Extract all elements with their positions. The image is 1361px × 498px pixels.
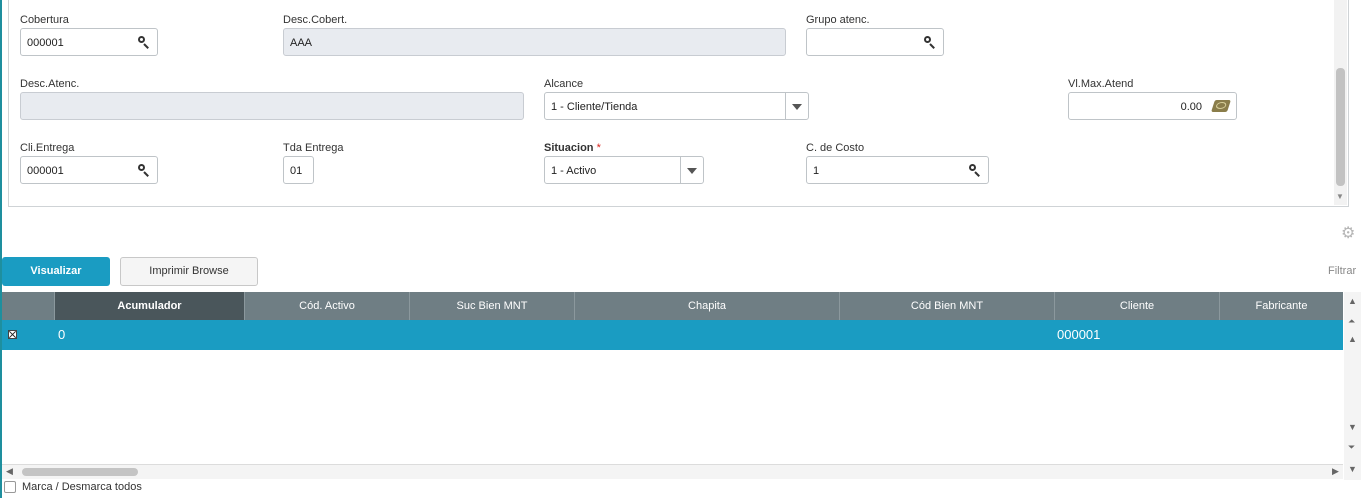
cli-entrega-field[interactable]: 000001 — [20, 156, 158, 184]
filtrar-link[interactable]: Filtrar — [1328, 265, 1356, 277]
column-header-suc-bien-mnt[interactable]: Suc Bien MNT — [409, 292, 574, 320]
browse-grid: Acumulador Cód. Activo Suc Bien MNT Chap… — [2, 292, 1343, 464]
imprimir-browse-button[interactable]: Imprimir Browse — [120, 257, 258, 286]
column-header-cod-bien-mnt[interactable]: Cód Bien MNT — [839, 292, 1054, 320]
chevron-down-icon[interactable] — [680, 157, 703, 183]
situacion-label: Situacion * — [544, 142, 601, 154]
alcance-select[interactable]: 1 - Cliente/Tienda — [544, 92, 809, 120]
chevron-down-icon[interactable] — [785, 93, 808, 119]
form-vertical-scrollbar[interactable]: ▼ — [1334, 0, 1347, 205]
marca-todos-label: Marca / Desmarca todos — [22, 481, 142, 493]
alcance-value: 1 - Cliente/Tienda — [551, 101, 638, 113]
tda-entrega-field[interactable]: 01 — [283, 156, 314, 184]
c-de-costo-value: 1 — [813, 165, 820, 177]
search-icon[interactable] — [924, 36, 935, 49]
table-row[interactable]: 0 000001 — [2, 320, 1343, 350]
alcance-label: Alcance — [544, 78, 584, 90]
cobertura-field[interactable]: 000001 — [20, 28, 158, 56]
page-down-icon[interactable]: ⏷ — [1348, 442, 1355, 453]
scroll-right-arrow-icon[interactable]: ▶ — [1332, 466, 1339, 477]
form-scroll-thumb[interactable] — [1336, 68, 1345, 186]
desc-cobert-label: Desc.Cobert. — [283, 14, 348, 26]
cell-acumulador: 0 — [58, 327, 66, 342]
grupo-atenc-field[interactable] — [806, 28, 944, 56]
desc-cobert-field: AAA — [283, 28, 786, 56]
scroll-up-arrow-icon[interactable]: ▲ — [1348, 296, 1357, 306]
scroll-down-arrow-icon[interactable]: ▼ — [1336, 192, 1344, 201]
cli-entrega-label: Cli.Entrega — [20, 142, 75, 154]
page-up-icon[interactable]: ⏶ — [1348, 316, 1355, 327]
situacion-label-text: Situacion — [544, 142, 594, 154]
grupo-atenc-label: Grupo atenc. — [806, 14, 870, 26]
desc-atenc-label: Desc.Atenc. — [20, 78, 80, 90]
search-icon[interactable] — [138, 36, 149, 49]
required-marker: * — [596, 142, 601, 154]
desc-atenc-field — [20, 92, 524, 120]
grid-header-checkbox-col — [2, 292, 54, 320]
tda-entrega-value: 01 — [290, 165, 303, 177]
scroll-left-arrow-icon[interactable]: ◀ — [6, 466, 13, 477]
tda-entrega-label: Tda Entrega — [283, 142, 344, 154]
row-checkbox[interactable] — [8, 330, 17, 339]
horizontal-scroll-thumb[interactable] — [22, 468, 138, 476]
scroll-first-icon[interactable]: ▲ — [1348, 334, 1357, 344]
marca-todos-checkbox[interactable] — [4, 481, 16, 493]
vl-max-atend-value: 0.00 — [1180, 101, 1202, 113]
cell-cliente: 000001 — [1057, 327, 1101, 342]
column-header-cod-activo[interactable]: Cód. Activo — [244, 292, 409, 320]
c-de-costo-field[interactable]: 1 — [806, 156, 989, 184]
scroll-down-arrow-icon[interactable]: ▼ — [1348, 422, 1357, 432]
scroll-last-icon[interactable]: ▼ — [1348, 464, 1357, 474]
money-icon[interactable] — [1211, 100, 1231, 112]
column-header-chapita[interactable]: Chapita — [574, 292, 839, 320]
situacion-value: 1 - Activo — [551, 165, 597, 177]
vl-max-atend-label: Vl.Max.Atend — [1068, 78, 1134, 90]
c-de-costo-label: C. de Costo — [806, 142, 865, 154]
grid-header: Acumulador Cód. Activo Suc Bien MNT Chap… — [2, 292, 1343, 320]
search-icon[interactable] — [969, 164, 980, 177]
desc-cobert-value: AAA — [290, 37, 313, 49]
visualizar-button[interactable]: Visualizar — [2, 257, 110, 286]
vl-max-atend-field[interactable]: 0.00 — [1068, 92, 1237, 120]
grid-vertical-scrollbar[interactable]: ▲ ⏶ ▲ ▼ ⏷ ▼ — [1344, 292, 1361, 480]
situacion-select[interactable]: 1 - Activo — [544, 156, 704, 184]
column-header-cliente[interactable]: Cliente — [1054, 292, 1219, 320]
column-header-fabricante[interactable]: Fabricante — [1219, 292, 1343, 320]
search-icon[interactable] — [138, 164, 149, 177]
cobertura-value: 000001 — [27, 37, 64, 49]
cli-entrega-value: 000001 — [27, 165, 64, 177]
cobertura-label: Cobertura — [20, 14, 69, 26]
column-header-acumulador[interactable]: Acumulador — [54, 292, 244, 320]
gear-icon[interactable]: ⚙ — [1341, 223, 1355, 243]
grid-horizontal-scrollbar[interactable]: ◀ ▶ — [2, 464, 1343, 479]
